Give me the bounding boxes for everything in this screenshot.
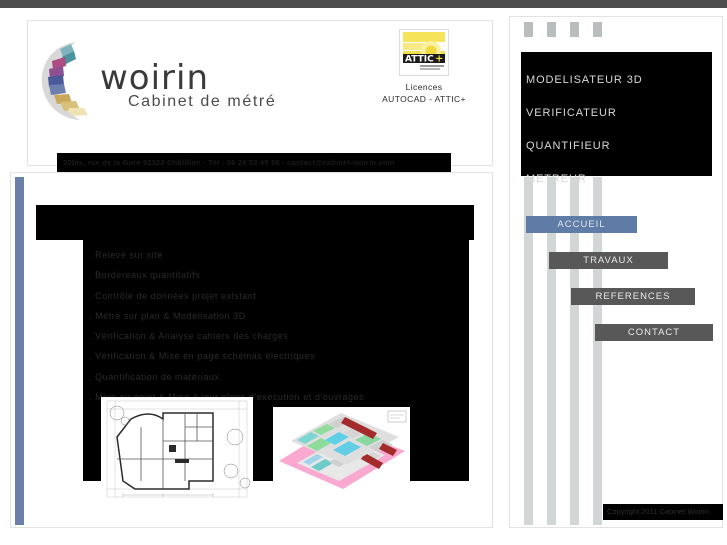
brand-logo[interactable]: woirin Cabinet de métré: [38, 39, 318, 127]
list-item: . Relevé sur site: [89, 250, 163, 260]
role-item: METREUR: [526, 173, 587, 185]
nav-item-accueil[interactable]: ACCUEIL: [526, 216, 637, 233]
nav-item-references[interactable]: REFERENCES: [571, 288, 695, 305]
decorative-square: [593, 22, 602, 37]
header-panel: woirin Cabinet de métré ATTIC + Licences…: [27, 20, 493, 172]
licence-caption-line-1: Licences: [405, 82, 443, 92]
roles-box: MODELISATEUR 3D VERIFICATEUR QUANTIFIEUR…: [521, 52, 712, 185]
copyright-band: Copyright 2011 Cabinet Woirin: [603, 504, 723, 520]
building-3d-model-image: [273, 407, 410, 493]
role-item: QUANTIFIEUR: [526, 140, 611, 152]
content-panel: . Relevé sur site . Bordereaux quantitat…: [10, 172, 493, 528]
architectural-floor-plan-image: [101, 397, 253, 502]
list-item: . Bordereaux quantitatifs: [89, 270, 201, 281]
nav-item-travaux[interactable]: TRAVAUX: [549, 252, 668, 269]
brand-wordmark: woirin: [100, 58, 210, 98]
decorative-square: [547, 22, 556, 37]
left-column: woirin Cabinet de métré ATTIC + Licences…: [0, 8, 505, 545]
licence-block: ATTIC + Licences AUTOCAD - ATTIC+: [370, 29, 478, 105]
list-item: . Contrôle de données projet existant: [89, 290, 257, 301]
list-item: . Métré sur plan & Modélisation 3D: [89, 310, 246, 321]
svg-text:ATTIC: ATTIC: [405, 55, 434, 65]
licence-caption-line-2: AUTOCAD - ATTIC+: [382, 94, 466, 104]
list-item: . Vérification & Mise en page schémas él…: [89, 351, 316, 362]
svg-text:+: +: [435, 54, 443, 65]
role-item: MODELISATEUR 3D: [526, 74, 643, 86]
decorative-square: [570, 22, 579, 37]
role-item: VERIFICATEUR: [526, 107, 617, 119]
nav-item-contact[interactable]: CONTACT: [595, 324, 713, 341]
browser-chrome-bar: [0, 0, 727, 8]
list-item: . Quantification de matériaux: [89, 371, 220, 382]
sidebar: MODELISATEUR 3D VERIFICATEUR QUANTIFIEUR…: [509, 16, 723, 528]
content-title-bar: [36, 205, 474, 240]
attic-plus-logo-icon: ATTIC +: [399, 29, 449, 76]
address-band: 30bis, rue de la Gare 92320 Châtillon - …: [57, 153, 451, 172]
content-accent-bar: [15, 177, 24, 525]
list-item: . Vérification & Analyse cahiers des cha…: [89, 331, 289, 342]
content-inner: . Relevé sur site . Bordereaux quantitat…: [36, 179, 489, 523]
decorative-square: [524, 22, 533, 37]
brand-tagline: Cabinet de métré: [128, 93, 277, 110]
